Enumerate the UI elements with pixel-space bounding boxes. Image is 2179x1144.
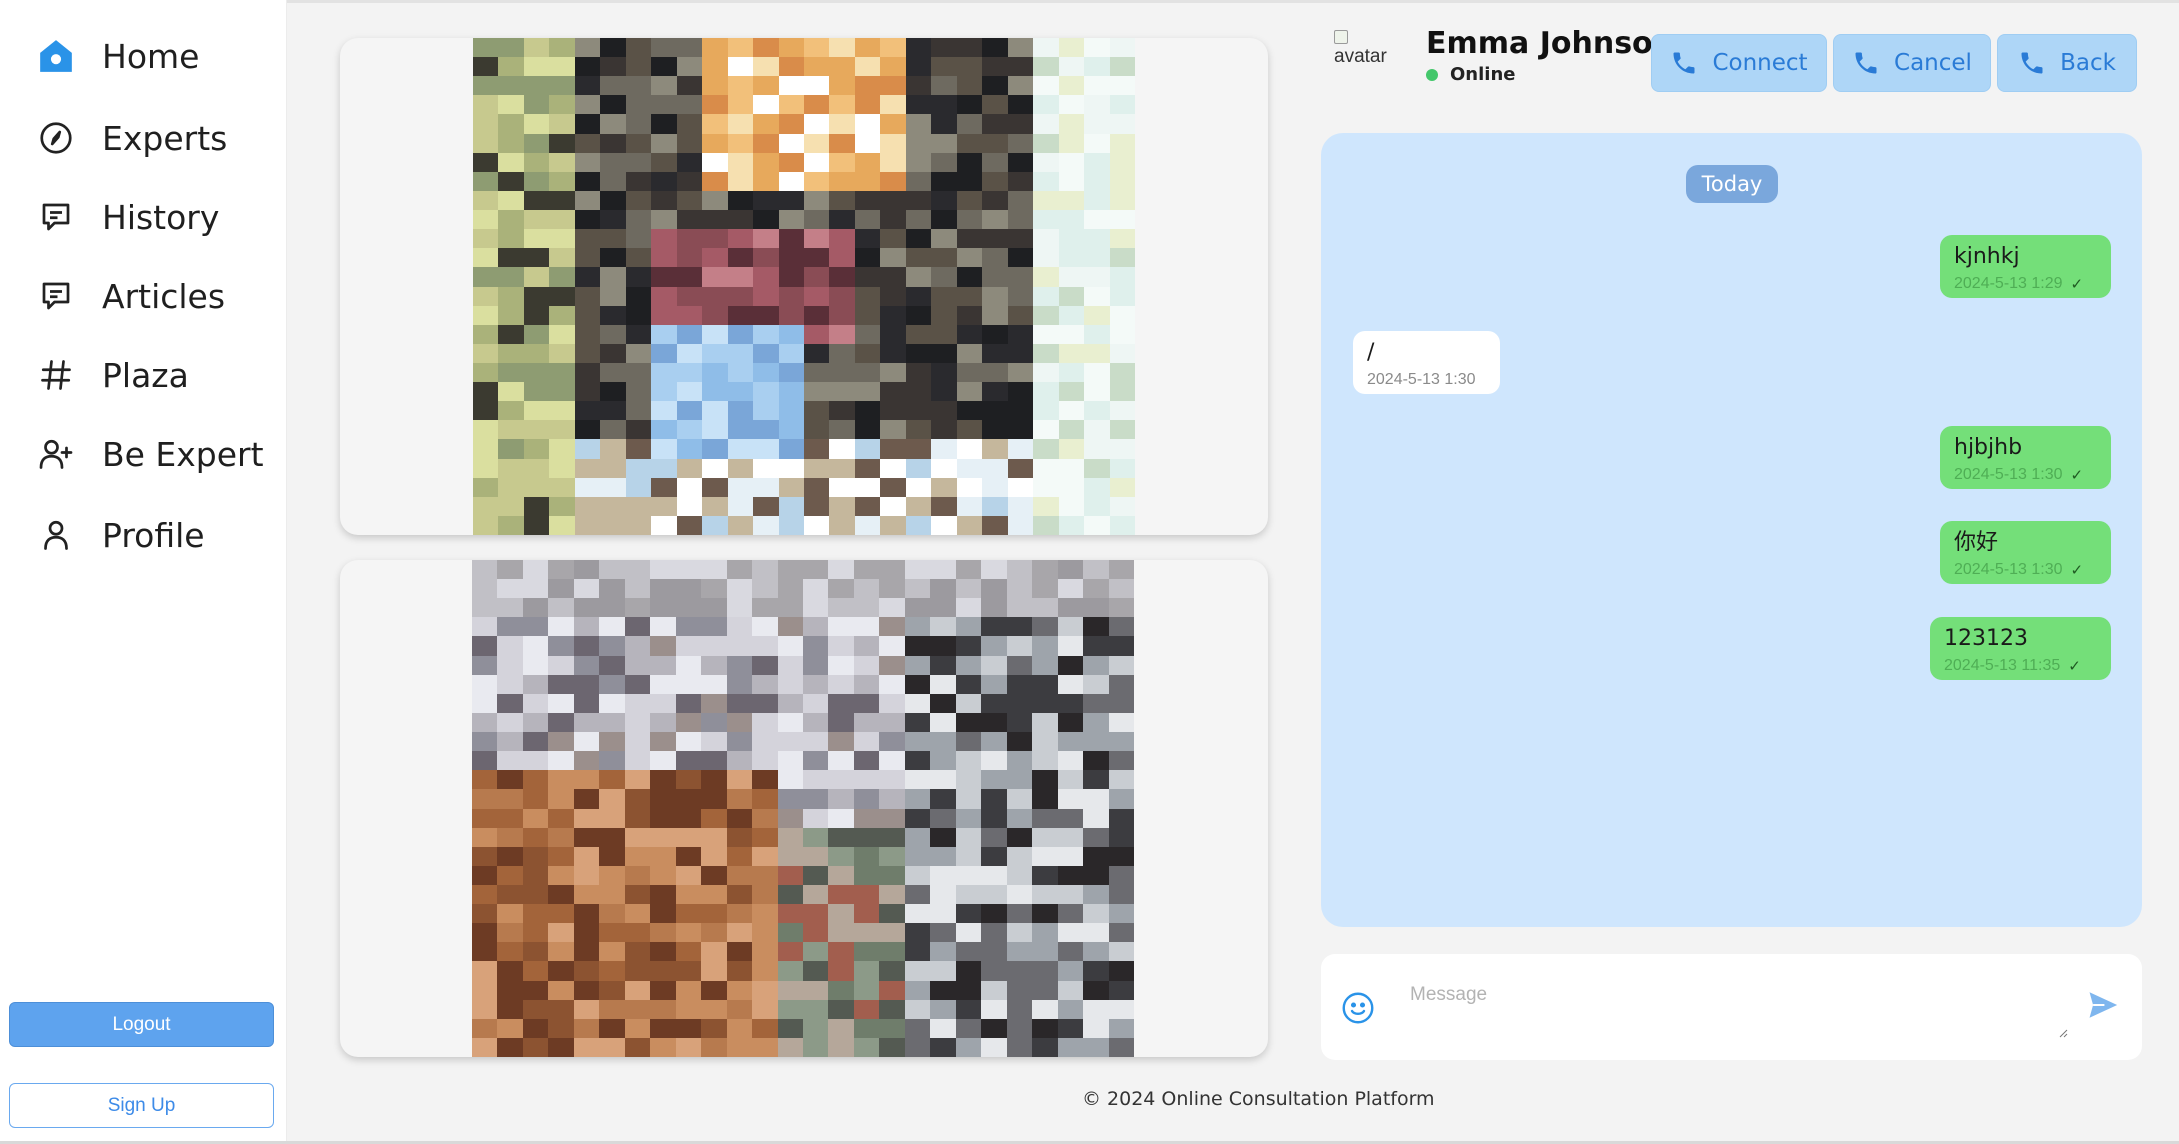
resize-grip-icon[interactable] xyxy=(2058,1028,2068,1038)
message-text: / xyxy=(1367,340,1375,365)
hash-icon xyxy=(36,355,76,395)
compass-icon xyxy=(36,118,76,158)
message-text: 你好 xyxy=(1954,530,1999,555)
check-icon: ✓ xyxy=(2070,276,2084,293)
broken-image-icon xyxy=(1334,30,1348,44)
sidebar-item-home[interactable]: Home xyxy=(36,28,276,84)
online-dot-icon xyxy=(1426,68,1438,81)
sidebar-item-label: Be Expert xyxy=(102,434,264,474)
sidebar-item-label: History xyxy=(102,197,220,237)
pixelated-photo xyxy=(473,38,1135,535)
sidebar-item-history[interactable]: History xyxy=(36,189,276,245)
phone-icon xyxy=(2021,52,2043,74)
sidebar-item-label: Experts xyxy=(102,118,228,158)
message-bubble-outgoing: 123123 2024-5-13 11:35 ✓ xyxy=(1930,617,2111,680)
message-time: 2024-5-13 1:30 xyxy=(1367,371,1476,388)
back-label: Back xyxy=(2060,50,2116,76)
image-card xyxy=(340,38,1268,535)
logout-button[interactable]: Logout xyxy=(9,1002,274,1047)
message-bubble-outgoing: kjnhkj 2024-5-13 1:29 ✓ xyxy=(1940,235,2111,298)
status-text: Online xyxy=(1450,64,1516,85)
pixelated-photo xyxy=(472,560,1134,1057)
message-time: 2024-5-13 1:29 xyxy=(1954,275,2063,292)
message-input[interactable] xyxy=(1398,974,2068,1042)
smiley-icon xyxy=(1342,992,1374,1024)
message-text: kjnhkj xyxy=(1954,244,2020,269)
phone-icon xyxy=(1855,52,1877,74)
message-time: 2024-5-13 11:35 xyxy=(1944,657,2061,674)
chat-bubble-icon xyxy=(36,197,76,237)
home-icon xyxy=(36,36,76,76)
send-icon xyxy=(2089,992,2118,1018)
check-icon: ✓ xyxy=(2070,562,2084,579)
sidebar-item-label: Plaza xyxy=(102,355,189,395)
avatar-alt-text: avatar xyxy=(1334,46,1387,67)
sidebar-item-plaza[interactable]: Plaza xyxy=(36,347,276,403)
check-icon: ✓ xyxy=(2070,467,2084,484)
user-plus-icon xyxy=(36,434,76,474)
emoji-button[interactable] xyxy=(1340,990,1376,1026)
check-icon: ✓ xyxy=(2068,658,2081,675)
message-bubble-incoming: / 2024-5-13 1:30 xyxy=(1353,331,1500,394)
sidebar: Home Experts History Articles Plaza Be E… xyxy=(0,0,287,1144)
contact-name: Emma Johnson xyxy=(1426,26,1675,61)
sign-up-button[interactable]: Sign Up xyxy=(9,1083,274,1128)
message-bubble-outgoing: 你好 2024-5-13 1:30 ✓ xyxy=(1940,521,2111,584)
message-bubble-outgoing: hjbjhb 2024-5-13 1:30 ✓ xyxy=(1940,426,2111,489)
connect-label: Connect xyxy=(1712,50,1808,76)
message-time: 2024-5-13 1:30 xyxy=(1954,561,2063,578)
sidebar-item-be-expert[interactable]: Be Expert xyxy=(36,426,276,482)
phone-icon xyxy=(1673,52,1695,74)
avatar: avatar xyxy=(1334,30,1394,80)
sidebar-item-articles[interactable]: Articles xyxy=(36,268,276,324)
sidebar-item-label: Profile xyxy=(102,515,205,555)
image-card xyxy=(340,560,1268,1057)
message-text: 123123 xyxy=(1944,626,2028,651)
footer-copyright: © 2024 Online Consultation Platform xyxy=(1082,1088,1435,1110)
cancel-label: Cancel xyxy=(1894,50,1972,76)
back-button[interactable]: Back xyxy=(1997,34,2137,92)
message-time: 2024-5-13 1:30 xyxy=(1954,466,2063,483)
sidebar-item-experts[interactable]: Experts xyxy=(36,110,276,166)
user-icon xyxy=(36,515,76,555)
sidebar-item-label: Articles xyxy=(102,276,226,316)
chat-bubble-icon xyxy=(36,276,76,316)
date-divider: Today xyxy=(1686,165,1778,203)
cancel-button[interactable]: Cancel xyxy=(1833,34,1991,92)
sidebar-item-label: Home xyxy=(102,36,200,76)
message-text: hjbjhb xyxy=(1954,435,2023,460)
connect-button[interactable]: Connect xyxy=(1651,34,1827,92)
send-button[interactable] xyxy=(2086,988,2122,1024)
sidebar-item-profile[interactable]: Profile xyxy=(36,507,276,563)
status-indicator: Online xyxy=(1426,64,1515,85)
